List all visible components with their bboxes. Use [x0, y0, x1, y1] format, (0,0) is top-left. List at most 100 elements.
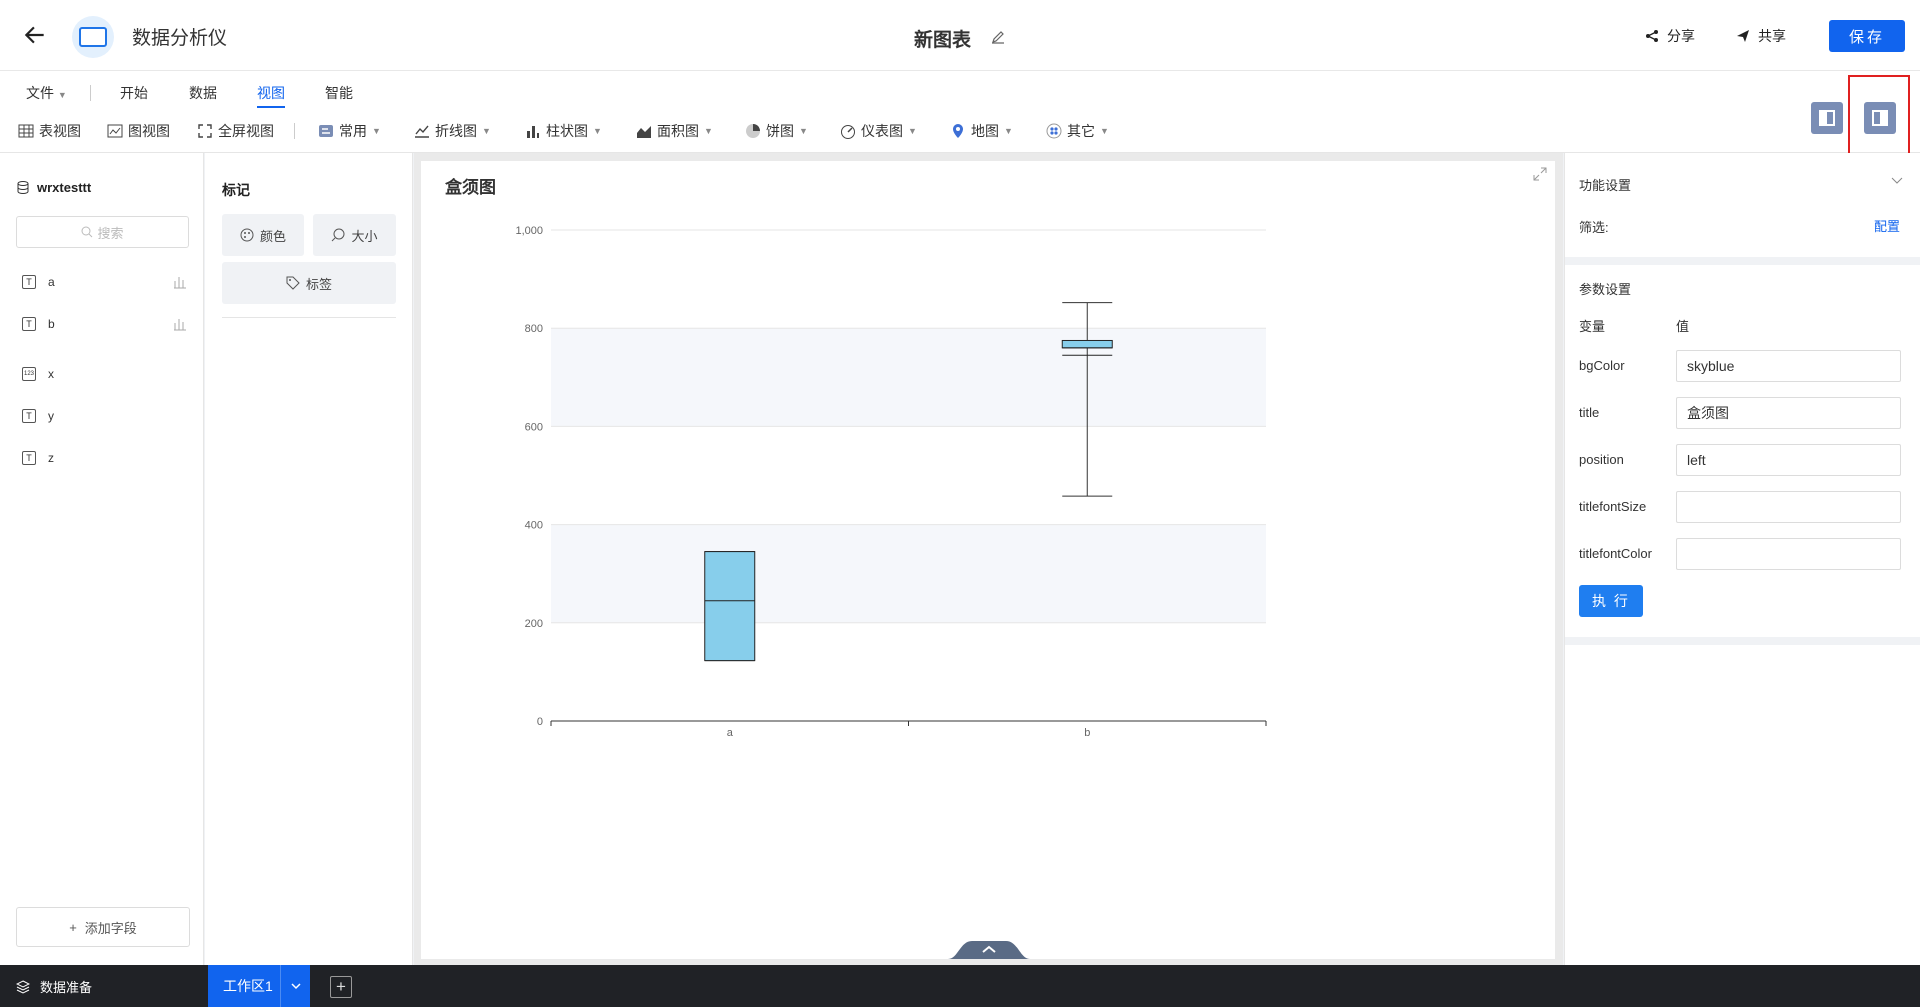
left-panel-toggle[interactable]: [1811, 102, 1843, 134]
mark-panel: 标记 颜色 大小 标签: [205, 153, 413, 965]
menu-view[interactable]: 视图: [257, 83, 285, 108]
pie-chart-dropdown[interactable]: 饼图 ▼: [745, 121, 808, 141]
workspace-dropdown[interactable]: [280, 965, 310, 1007]
line-chart-icon: [415, 125, 429, 138]
menu-data[interactable]: 数据: [189, 83, 217, 103]
chart-card: 盒须图 0 200 400 600 800 1,000 a b: [421, 161, 1555, 959]
x-tick-label: b: [1084, 727, 1090, 739]
y-tick-label: 200: [525, 618, 543, 630]
line-chart-dropdown[interactable]: 折线图 ▼: [414, 121, 491, 141]
table-view-button[interactable]: 表视图: [18, 121, 81, 141]
common-chart-icon: [319, 125, 333, 137]
common-charts-label: 常用: [339, 123, 367, 139]
param-title-input[interactable]: [1676, 397, 1901, 429]
add-workspace-button[interactable]: +: [330, 976, 352, 998]
database-icon: [17, 181, 29, 194]
app-name: 数据分析仪: [132, 28, 228, 49]
variable-column-header: 变量: [1579, 319, 1606, 334]
field-name: y: [48, 409, 54, 423]
gauge-icon: [841, 125, 855, 139]
menu-smart[interactable]: 智能: [325, 83, 353, 103]
area-chart-label: 面积图: [657, 123, 699, 139]
field-item[interactable]: T a: [22, 275, 187, 289]
param-name: position: [1579, 452, 1624, 467]
fullscreen-view-button[interactable]: 全屏视图: [197, 121, 274, 141]
param-settings-title: 参数设置: [1579, 282, 1632, 297]
text-type-icon: T: [22, 275, 36, 289]
param-titlefontsize-input[interactable]: [1676, 491, 1901, 523]
field-item[interactable]: T z: [22, 451, 187, 465]
field-item[interactable]: 123 x: [22, 367, 187, 381]
image-chart-icon: [107, 124, 123, 138]
measure-bar-icon[interactable]: [173, 275, 187, 289]
area-chart-dropdown[interactable]: 面积图 ▼: [636, 121, 713, 141]
datasource-header: wrxtesttt: [17, 180, 91, 195]
size-mark-label: 大小: [351, 228, 378, 244]
common-charts-dropdown[interactable]: 常用 ▼: [318, 121, 381, 141]
collab-button[interactable]: 共享: [1736, 26, 1786, 46]
collapse-panel-tab[interactable]: [948, 939, 1030, 959]
color-mark-label: 颜色: [259, 228, 286, 244]
field-item[interactable]: T b: [22, 317, 187, 331]
other-charts-dropdown[interactable]: 其它 ▼: [1046, 121, 1109, 141]
y-tick-label: 400: [525, 520, 543, 532]
tag-icon: [286, 276, 300, 290]
menu-file[interactable]: 文件 ▼: [26, 83, 67, 103]
param-name: titlefontColor: [1579, 546, 1652, 561]
y-tick-label: 1,000: [515, 225, 543, 237]
map-pin-icon: [953, 124, 963, 138]
menu-start[interactable]: 开始: [120, 83, 148, 103]
share-icon: [1646, 30, 1658, 42]
highlight-annotation: [1848, 75, 1910, 161]
data-prep-button[interactable]: 数据准备: [16, 977, 92, 996]
gauge-chart-dropdown[interactable]: 仪表图 ▼: [840, 121, 917, 141]
field-search-input[interactable]: 搜索: [16, 216, 189, 248]
bar-chart-dropdown[interactable]: 柱状图 ▼: [525, 121, 602, 141]
param-name: title: [1579, 405, 1600, 420]
map-chart-label: 地图: [971, 123, 999, 139]
workspace-tab[interactable]: 工作区1: [208, 965, 310, 1007]
send-icon: [1737, 30, 1749, 42]
area-chart-icon: [637, 126, 651, 138]
top-header: 数据分析仪 新图表 分享 共享 保存: [0, 0, 1920, 71]
param-titlefontcolor-input[interactable]: [1676, 538, 1901, 570]
search-placeholder: 搜索: [97, 225, 124, 241]
param-bgcolor-input[interactable]: [1676, 350, 1901, 382]
menu-divider: [90, 85, 91, 101]
function-settings-title: 功能设置: [1579, 178, 1632, 193]
measure-bar-icon[interactable]: [173, 317, 187, 331]
settings-divider: [1565, 257, 1920, 265]
bar-chart-icon: [527, 126, 539, 138]
share-label: 分享: [1667, 28, 1695, 44]
chevron-down-icon[interactable]: [1890, 173, 1904, 187]
text-type-icon: T: [22, 451, 36, 465]
label-mark-button[interactable]: 标签: [222, 262, 396, 304]
add-field-button[interactable]: + 添加字段: [16, 907, 190, 947]
edit-pencil-icon[interactable]: [990, 29, 1006, 45]
box-body: [704, 551, 756, 662]
field-name: z: [48, 451, 54, 465]
field-item[interactable]: T y: [22, 409, 187, 423]
filter-label: 筛选:: [1579, 220, 1609, 235]
workspace-tab-label: 工作区1: [223, 978, 273, 994]
doc-title[interactable]: 新图表: [914, 25, 971, 52]
settings-divider: [1565, 637, 1920, 645]
back-arrow-icon[interactable]: [22, 22, 48, 48]
chart-view-label: 图视图: [128, 123, 170, 139]
share-button[interactable]: 分享: [1645, 26, 1695, 46]
filter-config-link[interactable]: 配置: [1874, 216, 1900, 235]
y-tick-label: 0: [537, 716, 543, 728]
field-name: a: [48, 275, 55, 289]
save-button[interactable]: 保存: [1829, 20, 1905, 52]
execute-button[interactable]: 执 行: [1579, 585, 1643, 617]
param-name: titlefontSize: [1579, 499, 1647, 514]
field-name: b: [48, 317, 55, 331]
chart-band: [551, 328, 1266, 427]
chart-view-button[interactable]: 图视图: [107, 121, 170, 141]
size-mark-button[interactable]: 大小: [313, 214, 396, 256]
color-mark-button[interactable]: 颜色: [222, 214, 304, 256]
map-chart-dropdown[interactable]: 地图 ▼: [950, 121, 1013, 141]
data-prep-label: 数据准备: [40, 980, 93, 995]
other-charts-icon: [1046, 123, 1062, 139]
param-position-input[interactable]: [1676, 444, 1901, 476]
